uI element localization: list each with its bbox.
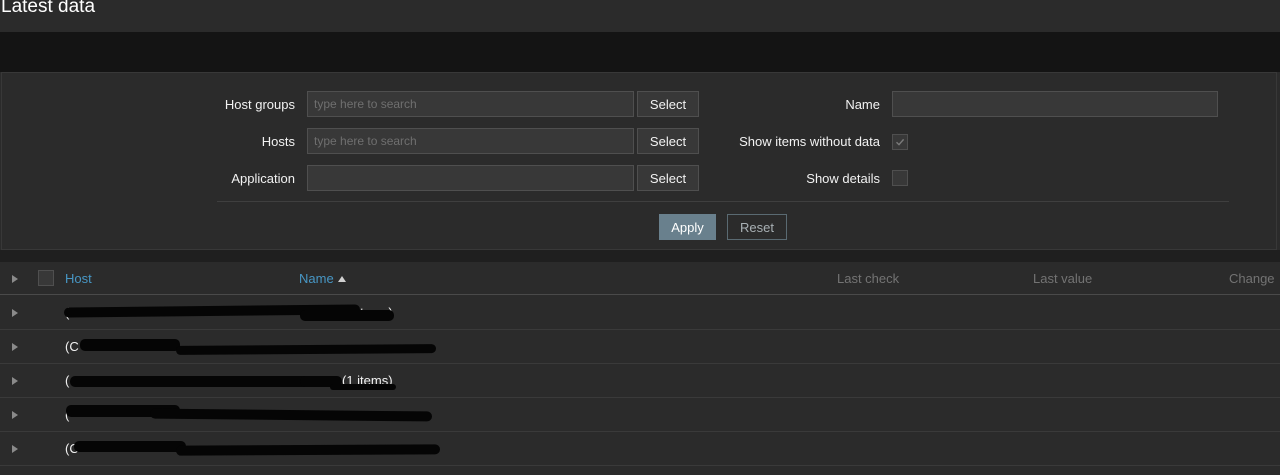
row-host[interactable]: ( [65,373,69,388]
redaction-mark [149,408,433,422]
redaction-mark [74,441,186,452]
reset-button[interactable]: Reset [727,214,787,240]
expand-row-icon[interactable] [12,411,18,419]
checkmark-icon [896,138,905,146]
column-last-check: Last check [837,271,900,286]
application-label: Application [231,171,295,186]
column-name[interactable]: Name [299,271,346,286]
filter-divider [217,201,1229,202]
table-header: Host Name Last check Last value Change [0,262,1280,295]
expand-row-icon[interactable] [12,309,18,317]
page-title: Latest data [1,0,96,17]
redaction-mark [175,344,437,355]
name-filter-label: Name [845,97,880,112]
expand-row-icon[interactable] [12,445,18,453]
section-gap [0,250,1280,262]
expand-all-icon[interactable] [12,275,18,283]
sort-ascending-icon [337,276,346,282]
host-groups-select-button[interactable]: Select [637,91,699,117]
expand-row-icon[interactable] [12,377,18,385]
hosts-label: Hosts [261,134,295,149]
expand-row-icon[interactable] [12,343,18,351]
column-change: Change [1229,271,1275,286]
redaction-mark [175,444,441,456]
redaction-mark [300,310,394,321]
show-details-label: Show details [806,171,880,186]
table-row[interactable]: ( Witems) [0,296,1280,330]
filter-panel: Host groups Select Hosts Select Applicat… [1,72,1277,250]
application-input[interactable] [307,165,634,191]
header-band [0,32,1280,72]
hosts-input[interactable] [307,128,634,154]
page-header: Latest data [0,0,1280,32]
application-select-button[interactable]: Select [637,165,699,191]
name-filter-input[interactable] [892,91,1218,117]
host-groups-label: Host groups [224,97,295,112]
table-row[interactable]: (C [0,330,1280,364]
apply-button[interactable]: Apply [659,214,716,240]
row-host[interactable]: (C [65,339,79,354]
hosts-select-button[interactable]: Select [637,128,699,154]
column-host[interactable]: Host [65,271,92,286]
table-row[interactable]: (C [0,432,1280,466]
column-last-value: Last value [1033,271,1093,286]
select-all-checkbox[interactable] [38,270,54,286]
host-groups-input[interactable] [307,91,634,117]
show-details-checkbox[interactable] [892,170,908,186]
table-row[interactable]: ( (1 items) [0,364,1280,398]
show-items-without-data-checkbox[interactable] [892,134,908,150]
latest-data-table: Host Name Last check Last value Change (… [0,262,1280,475]
redaction-mark [330,384,396,390]
table-row[interactable]: ( [0,398,1280,432]
redaction-mark [80,339,180,351]
column-name-label: Name [299,271,334,286]
show-items-without-data-label: Show items without data [739,134,880,149]
